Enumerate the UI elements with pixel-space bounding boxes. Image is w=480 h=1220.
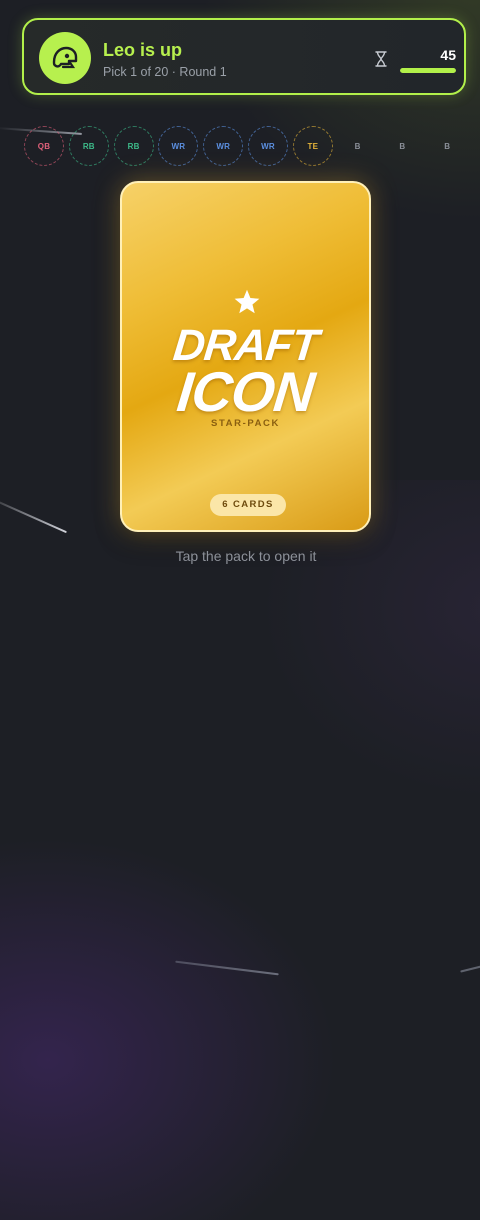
light-streak [460, 963, 480, 973]
turn-header: Leo is up Pick 1 of 20 · Round 1 45 [22, 18, 466, 95]
roster-slot-te: TE [292, 126, 333, 166]
card-count-badge: 6 CARDS [210, 494, 286, 516]
timer-value: 45 [440, 47, 456, 63]
turn-title: Leo is up [103, 40, 183, 60]
helmet-icon [52, 46, 78, 69]
roster-slot-b: B [444, 141, 451, 151]
roster-slot-qb: QB [24, 126, 64, 166]
light-streak [0, 498, 67, 534]
star-icon [234, 289, 260, 314]
open-pack-hint: Tap the pack to open it [175, 548, 317, 564]
star-pack-card[interactable]: DRAFT ICON STAR-PACK 6 CARDS [120, 181, 371, 532]
avatar [39, 32, 91, 84]
pick-round-info: Pick 1 of 20 · Round 1 [103, 65, 227, 79]
light-streak [175, 960, 279, 976]
roster-slot-b: B [354, 141, 361, 151]
roster-slot-wr: WR [158, 126, 199, 166]
roster-slot-b: B [399, 141, 406, 151]
pack-subtitle: STAR-PACK [211, 418, 280, 429]
roster-slot-wr: WR [248, 126, 288, 166]
timer-bar [400, 68, 456, 73]
pack-title-line-2: ICON [174, 360, 317, 423]
roster-slot-rb: RB [68, 126, 109, 166]
roster-slot-rb: RB [113, 126, 154, 166]
hourglass-icon [375, 51, 387, 67]
roster-slot-wr: WR [203, 126, 244, 166]
timer-bar-fill [400, 68, 456, 73]
